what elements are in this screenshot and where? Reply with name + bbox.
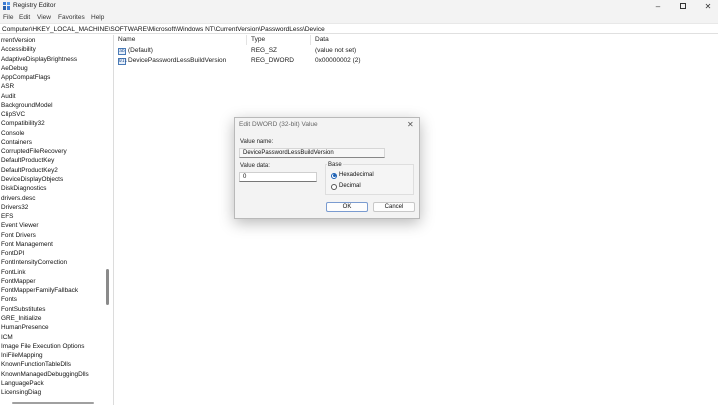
menu-favorites[interactable]: Favorites	[58, 14, 85, 22]
value-name: (Default)	[128, 47, 153, 54]
tree-item[interactable]: Image File Execution Options	[1, 342, 105, 351]
tree-item[interactable]: AeDebug	[1, 64, 105, 73]
tree-item[interactable]: DefaultProductKey2	[1, 166, 105, 175]
tree-item[interactable]: Font Drivers	[1, 231, 105, 240]
address-path[interactable]: Computer\HKEY_LOCAL_MACHINE\SOFTWARE\Mic…	[2, 25, 325, 34]
tree-item[interactable]: AppCompatFlags	[1, 73, 105, 82]
tree-item[interactable]: Accessibility	[1, 45, 105, 54]
column-header-data[interactable]: Data	[311, 35, 411, 45]
tree-item[interactable]: BackgroundModel	[1, 101, 105, 110]
base-label: Base	[327, 162, 343, 169]
minimize-button[interactable]: –	[646, 0, 670, 12]
tree-item[interactable]: GRE_Initialize	[1, 314, 105, 323]
tree-horizontal-scrollbar[interactable]	[12, 402, 94, 404]
tree-item[interactable]: Font Management	[1, 240, 105, 249]
tree-item[interactable]: EFS	[1, 212, 105, 221]
value-row[interactable]: 011 DevicePasswordLessBuildVersion REG_D…	[114, 56, 614, 66]
tree-item[interactable]: CorruptedFileRecovery	[1, 147, 105, 156]
tree-item[interactable]: KnownFunctionTableDlls	[1, 360, 105, 369]
menu-edit[interactable]: Edit	[19, 14, 30, 22]
tree-item[interactable]: AdaptiveDisplayBrightness	[1, 55, 105, 64]
tree-item[interactable]: FontSubstitutes	[1, 305, 105, 314]
value-name-field[interactable]: DevicePasswordLessBuildVersion	[239, 148, 385, 158]
ok-button[interactable]: OK	[326, 202, 368, 212]
tree-item[interactable]: Console	[1, 129, 105, 138]
value-name: DevicePasswordLessBuildVersion	[128, 57, 227, 64]
key-tree: rrentVersion Accessibility AdaptiveDisplay…	[1, 36, 105, 397]
value-row[interactable]: ab (Default) REG_SZ (value not set)	[114, 46, 614, 56]
decimal-option[interactable]: Decimal	[331, 183, 361, 190]
edit-dword-dialog: Edit DWORD (32-bit) Value ✕ Value name: …	[234, 117, 420, 219]
menu-help[interactable]: Help	[91, 14, 104, 22]
tree-item[interactable]: FontLink	[1, 268, 105, 277]
menu-view[interactable]: View	[37, 14, 51, 22]
hexadecimal-label: Hexadecimal	[339, 172, 374, 178]
tree-item[interactable]: IniFileMapping	[1, 351, 105, 360]
value-data-field[interactable]: 0	[239, 172, 317, 182]
value-data: 0x00000002 (2)	[315, 57, 361, 64]
value-name-label: Value name:	[240, 139, 274, 145]
tree-item[interactable]: Compatibility32	[1, 119, 105, 128]
cancel-button[interactable]: Cancel	[373, 202, 415, 212]
dialog-title: Edit DWORD (32-bit) Value	[239, 121, 318, 128]
tree-item[interactable]: ClipSVC	[1, 110, 105, 119]
hexadecimal-radio[interactable]	[331, 172, 337, 179]
tree-vertical-scrollbar[interactable]	[106, 269, 109, 305]
column-header-name[interactable]: Name	[114, 35, 247, 45]
tree-item[interactable]: LanguagePack	[1, 379, 105, 388]
tree-item[interactable]: Audit	[1, 92, 105, 101]
tree-item[interactable]: FontIntensityCorrection	[1, 258, 105, 267]
close-icon: ✕	[704, 1, 712, 11]
tree-item[interactable]: KnownManagedDebuggingDlls	[1, 370, 105, 379]
tree-item[interactable]: LicensingDiag	[1, 388, 105, 397]
tree-item[interactable]: ICM	[1, 333, 105, 342]
close-icon: ✕	[407, 120, 414, 129]
decimal-radio[interactable]	[331, 183, 337, 190]
tree-item[interactable]: FontDPI	[1, 249, 105, 258]
value-type: REG_DWORD	[251, 57, 294, 64]
dialog-close-button[interactable]: ✕	[407, 120, 414, 129]
tree-item[interactable]: drivers.desc	[1, 194, 105, 203]
tree-item[interactable]: FontMapper	[1, 277, 105, 286]
maximize-button[interactable]	[671, 0, 695, 12]
tree-item[interactable]: DefaultProductKey	[1, 156, 105, 165]
menu-bar: File Edit View Favorites Help	[0, 12, 718, 23]
tree-item[interactable]: Event Viewer	[1, 221, 105, 230]
value-data-label: Value data:	[240, 163, 270, 169]
tree-item[interactable]: rrentVersion	[1, 36, 105, 45]
close-window-button[interactable]: ✕	[696, 0, 718, 12]
tree-item[interactable]: FontMapperFamilyFallback	[1, 286, 105, 295]
maximize-icon	[680, 3, 686, 9]
decimal-label: Decimal	[339, 183, 361, 189]
tree-item[interactable]: HumanPresence	[1, 323, 105, 332]
binary-value-icon: 011	[118, 57, 128, 65]
tree-item[interactable]: Fonts	[1, 295, 105, 304]
string-value-icon: ab	[118, 47, 126, 55]
column-header-type[interactable]: Type	[247, 35, 311, 45]
registry-editor-icon	[3, 2, 10, 10]
hexadecimal-option[interactable]: Hexadecimal	[331, 172, 374, 179]
key-tree-pane[interactable]: rrentVersion Accessibility AdaptiveDisplay…	[0, 35, 111, 405]
tree-item[interactable]: ASR	[1, 82, 105, 91]
window-title: Registry Editor	[13, 2, 56, 9]
minimize-icon: –	[655, 1, 661, 11]
value-data: (value not set)	[315, 47, 357, 54]
title-bar: Registry Editor – ✕	[0, 0, 718, 12]
tree-item[interactable]: Containers	[1, 138, 105, 147]
tree-item[interactable]: DeviceDisplayObjects	[1, 175, 105, 184]
tree-item[interactable]: DiskDiagnostics	[1, 184, 105, 193]
address-bar[interactable]: Computer\HKEY_LOCAL_MACHINE\SOFTWARE\Mic…	[0, 23, 718, 34]
value-type: REG_SZ	[251, 47, 278, 54]
values-pane: Name Type Data ab (Default) REG_SZ (valu…	[114, 35, 718, 405]
menu-file[interactable]: File	[3, 14, 13, 22]
tree-item[interactable]: Drivers32	[1, 203, 105, 212]
